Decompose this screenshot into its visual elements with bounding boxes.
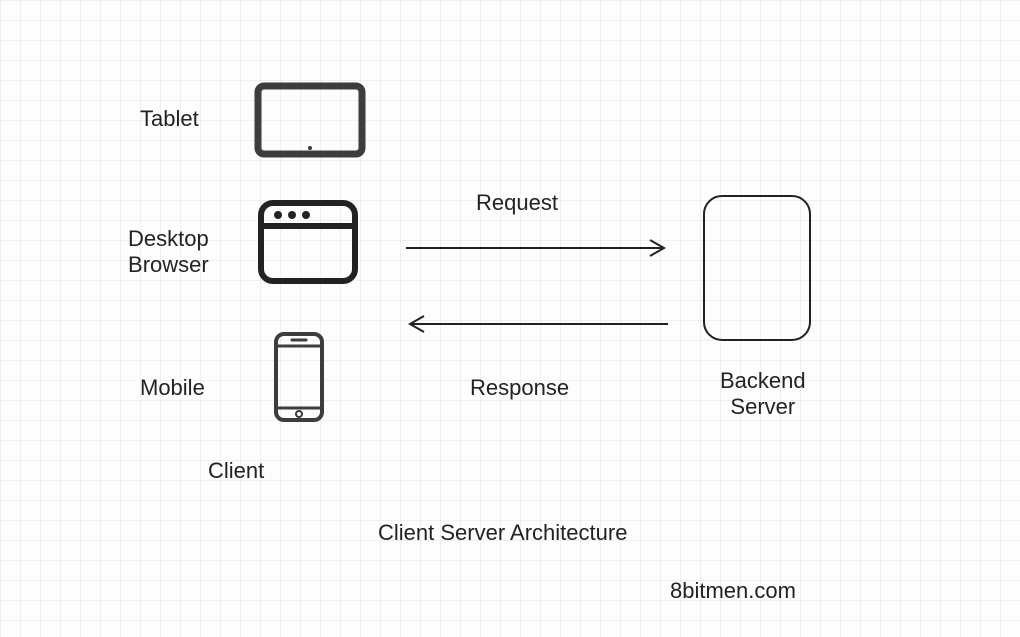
diagram-title: Client Server Architecture bbox=[378, 520, 627, 546]
response-label: Response bbox=[470, 375, 569, 401]
desktop-browser-label: Desktop Browser bbox=[128, 226, 209, 279]
request-arrow bbox=[404, 238, 670, 258]
client-group-label: Client bbox=[208, 458, 264, 484]
mobile-phone-icon bbox=[272, 330, 326, 424]
tablet-label: Tablet bbox=[140, 106, 199, 132]
browser-window-icon bbox=[256, 198, 360, 286]
backend-server-label: Backend Server bbox=[720, 368, 806, 421]
credit-label: 8bitmen.com bbox=[670, 578, 796, 604]
mobile-label: Mobile bbox=[140, 375, 205, 401]
tablet-icon bbox=[254, 82, 366, 158]
request-label: Request bbox=[476, 190, 558, 216]
response-arrow bbox=[404, 314, 670, 334]
backend-server-icon bbox=[700, 192, 814, 344]
